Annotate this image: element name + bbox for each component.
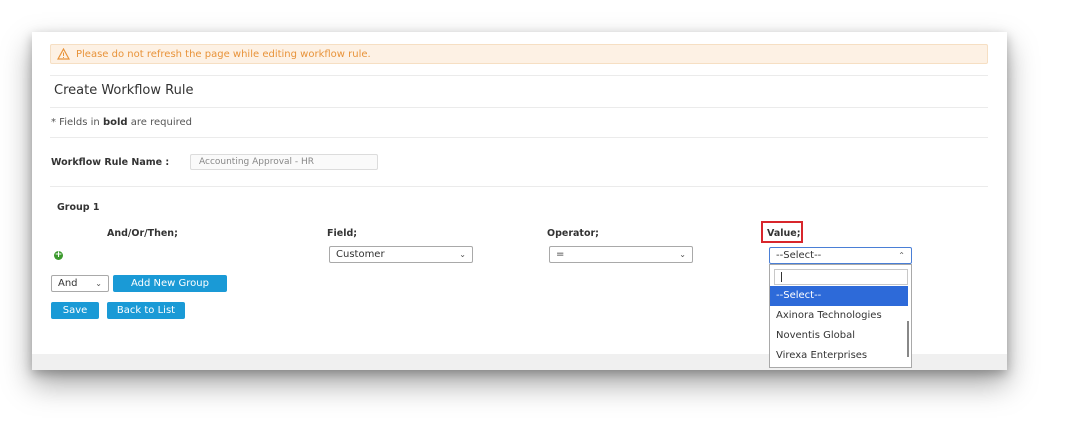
operator-select[interactable]: = ⌄ xyxy=(549,246,693,263)
dropdown-option[interactable]: Axinora Technologies xyxy=(770,306,908,326)
group-title: Group 1 xyxy=(57,202,100,213)
value-select[interactable]: --Select-- ⌃ xyxy=(769,247,912,264)
dropdown-option[interactable]: Virexa Enterprises xyxy=(770,346,908,366)
andor-column-header: And/Or/Then; xyxy=(107,228,178,239)
rule-name-input[interactable]: Accounting Approval - HR xyxy=(190,154,378,170)
chevron-down-icon: ⌄ xyxy=(459,250,466,259)
chevron-down-icon: ⌄ xyxy=(679,250,686,259)
warning-banner: Please do not refresh the page while edi… xyxy=(50,44,988,64)
rule-name-label: Workflow Rule Name : xyxy=(51,157,170,168)
operator-column-header: Operator; xyxy=(547,228,599,239)
back-to-list-button[interactable]: Back to List xyxy=(107,302,185,319)
field-column-header: Field; xyxy=(327,228,358,239)
divider xyxy=(50,137,988,138)
value-dropdown-list[interactable]: --Select-- Axinora Technologies Noventis… xyxy=(769,264,912,368)
page-title: Create Workflow Rule xyxy=(54,83,194,98)
warning-icon xyxy=(57,48,70,60)
add-condition-icon[interactable]: + xyxy=(54,251,63,260)
divider xyxy=(50,75,988,76)
dropdown-search-input[interactable] xyxy=(774,269,908,285)
field-select[interactable]: Customer ⌄ xyxy=(329,246,473,263)
divider xyxy=(50,107,988,108)
dropdown-option[interactable]: --Select-- xyxy=(770,286,908,306)
dropdown-option[interactable]: Noventis Global xyxy=(770,326,908,346)
workflow-rule-panel: Please do not refresh the page while edi… xyxy=(32,32,1007,370)
connector-select[interactable]: And ⌄ xyxy=(51,275,109,292)
value-header-highlight xyxy=(761,221,803,243)
save-button[interactable]: Save xyxy=(51,302,99,319)
chevron-down-icon: ⌄ xyxy=(95,279,102,288)
chevron-up-icon: ⌃ xyxy=(898,251,905,260)
warning-text: Please do not refresh the page while edi… xyxy=(76,48,371,60)
add-new-group-button[interactable]: Add New Group xyxy=(113,275,227,292)
dropdown-scrollbar[interactable] xyxy=(907,321,909,357)
divider xyxy=(50,186,988,187)
required-note: * Fields in bold are required xyxy=(51,117,193,128)
